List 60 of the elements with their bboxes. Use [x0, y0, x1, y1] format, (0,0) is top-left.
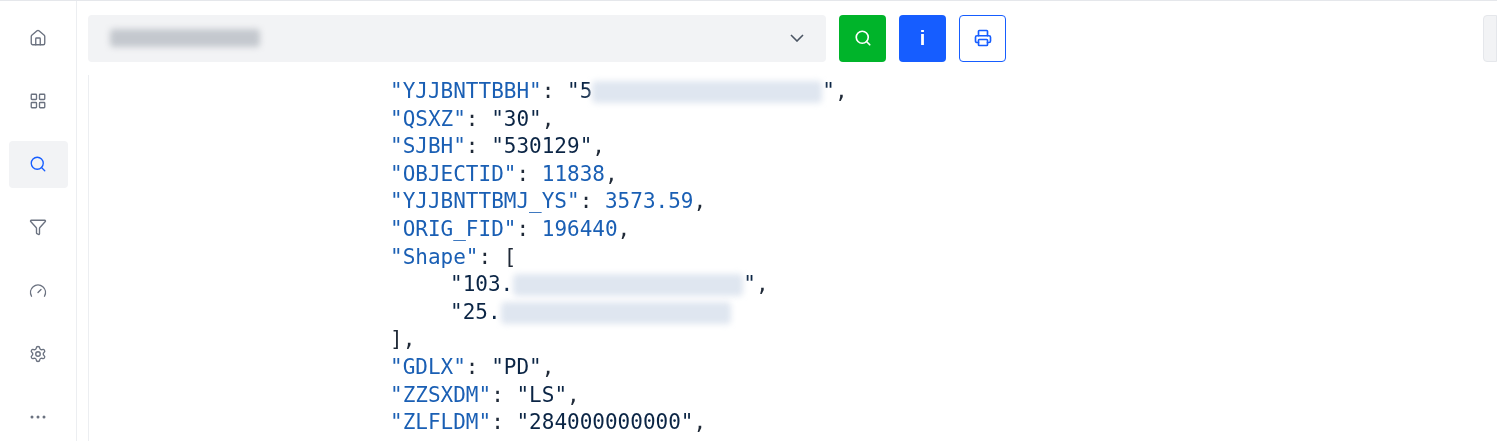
json-punctuation: :	[579, 188, 594, 216]
json-punctuation: ,	[592, 133, 605, 161]
json-string: "	[743, 271, 756, 299]
json-punctuation: ,	[541, 105, 555, 133]
grid-icon	[29, 91, 47, 110]
json-punctuation: ,	[567, 381, 580, 409]
json-punctuation: ,	[693, 188, 707, 216]
info-button[interactable]: i	[899, 14, 946, 62]
json-string: "25.	[450, 298, 501, 326]
json-number: 11838	[541, 160, 605, 188]
json-key: "SJBH"	[390, 133, 466, 161]
json-string: "	[822, 78, 835, 105]
json-string: "30"	[491, 105, 542, 133]
json-key: "YJJBNTTBMJ_YS"	[390, 188, 580, 216]
search-button[interactable]	[839, 14, 886, 62]
home-icon	[29, 28, 47, 47]
json-punctuation: ,	[604, 160, 618, 188]
chevron-down-icon	[790, 34, 804, 42]
json-key: "ORIG_FID"	[390, 215, 517, 244]
json-punctuation: :	[465, 133, 480, 161]
json-punctuation: :	[516, 160, 531, 188]
json-string: "LS"	[516, 381, 568, 409]
json-punctuation: ,	[541, 353, 555, 381]
printer-icon	[973, 29, 992, 47]
search-icon	[853, 29, 872, 47]
json-punctuation: :	[491, 381, 505, 409]
json-string: "PD"	[491, 353, 542, 381]
panel-tab[interactable]	[1483, 14, 1497, 62]
json-string: "5	[567, 78, 593, 105]
json-punctuation: ,	[834, 78, 848, 105]
filter-icon	[29, 218, 47, 237]
json-punctuation: : [	[478, 243, 517, 271]
json-key: "Shape"	[390, 243, 479, 272]
json-punctuation: :	[465, 105, 480, 133]
settings-icon	[29, 345, 47, 364]
json-key: "ZZSXDM"	[390, 381, 492, 410]
json-punctuation: :	[541, 78, 556, 105]
json-key: "QSXZ"	[390, 105, 466, 134]
json-punctuation: :	[516, 215, 531, 243]
json-punctuation: :	[465, 353, 480, 381]
json-string: "530129"	[491, 133, 593, 161]
json-punctuation: ,	[617, 215, 631, 243]
json-punctuation: ],	[390, 326, 416, 354]
json-punctuation: :	[491, 409, 505, 437]
more-icon	[30, 415, 46, 420]
json-key: "YJJBNTTBBH"	[390, 78, 542, 106]
json-string: "103.	[450, 271, 514, 299]
json-punctuation: ,	[755, 271, 769, 299]
json-number: 3573.59	[604, 188, 694, 216]
gauge-icon	[29, 281, 47, 300]
json-key: "GDLX"	[390, 353, 466, 382]
json-string: "284000000000"	[516, 409, 694, 437]
search-icon	[29, 155, 47, 174]
print-button[interactable]	[959, 14, 1006, 62]
json-punctuation: ,	[693, 409, 707, 437]
json-number: 196440	[541, 215, 618, 243]
sidebar-item[interactable]	[8, 140, 68, 188]
json-key: "ZLFLDM"	[390, 409, 492, 437]
select-field[interactable]	[88, 14, 826, 62]
json-key: "OBJECTID"	[390, 160, 517, 189]
